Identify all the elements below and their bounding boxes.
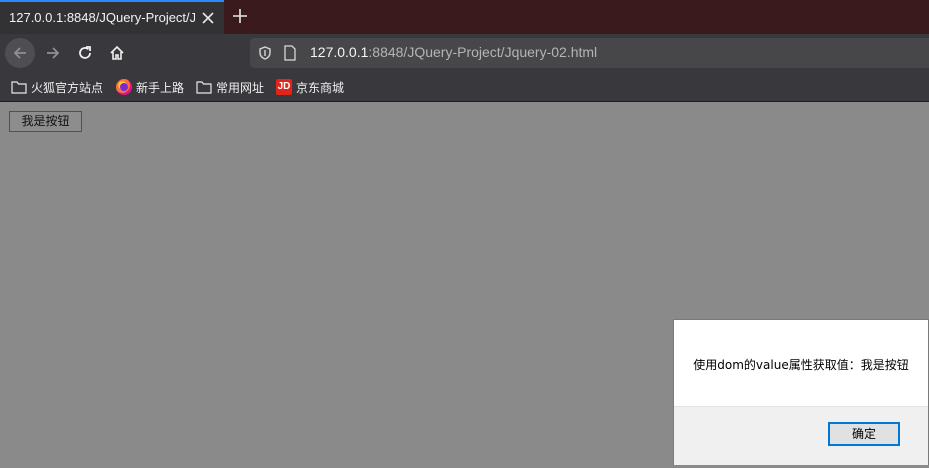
reload-button[interactable] — [70, 38, 100, 68]
home-button[interactable] — [102, 38, 132, 68]
plus-icon[interactable] — [231, 7, 249, 25]
navigation-toolbar: 127.0.0.1:8848/JQuery-Project/Jquery-02.… — [0, 34, 929, 72]
close-icon[interactable] — [199, 9, 217, 27]
home-icon — [110, 45, 124, 60]
folder-icon — [196, 81, 212, 94]
bookmark-label: 常用网址 — [216, 81, 265, 95]
tab-title: 127.0.0.1:8848/JQuery-Project/Jquery-02.… — [9, 10, 195, 25]
shield-icon[interactable] — [258, 46, 272, 60]
bookmark-label: 新手上路 — [136, 81, 185, 95]
jd-icon: JD — [276, 79, 292, 95]
url-bar[interactable]: 127.0.0.1:8848/JQuery-Project/Jquery-02.… — [250, 38, 929, 68]
url-text[interactable]: 127.0.0.1:8848/JQuery-Project/Jquery-02.… — [310, 44, 597, 62]
ok-button[interactable]: 确定 — [828, 422, 900, 446]
reload-icon — [79, 46, 91, 59]
bookmarks-toolbar: 火狐官方站点 新手上路 常用网址 JD 京东商城 — [0, 72, 929, 102]
page-icon[interactable] — [283, 45, 297, 61]
tab-active[interactable]: 127.0.0.1:8848/JQuery-Project/Jquery-02.… — [0, 0, 224, 34]
alert-message: 使用dom的value属性获取值：我是按钮 — [693, 358, 909, 372]
bookmark-firefox-official[interactable]: 火狐官方站点 — [11, 78, 107, 96]
page-button[interactable]: 我是按钮 — [9, 111, 82, 132]
alert-footer: 确定 — [674, 406, 928, 465]
bookmark-label: 京东商城 — [296, 81, 345, 95]
url-path: :8848/JQuery-Project/Jquery-02.html — [368, 44, 598, 60]
bookmark-label: 火狐官方站点 — [31, 81, 104, 95]
firefox-icon — [116, 79, 132, 95]
folder-icon — [11, 81, 27, 94]
bookmark-common-sites[interactable]: 常用网址 — [196, 78, 268, 96]
bookmark-getting-started[interactable]: 新手上路 — [116, 78, 188, 96]
forward-button[interactable] — [38, 38, 68, 68]
alert-dialog: 使用dom的value属性获取值：我是按钮 确定 — [673, 319, 929, 465]
bookmark-jd-mall[interactable]: JD 京东商城 — [276, 78, 348, 96]
tab-strip: 127.0.0.1:8848/JQuery-Project/Jquery-02.… — [0, 0, 929, 34]
back-button[interactable] — [5, 38, 35, 68]
arrow-left-icon — [13, 47, 26, 59]
url-host: 127.0.0.1 — [310, 44, 369, 60]
arrow-right-icon — [47, 47, 60, 59]
